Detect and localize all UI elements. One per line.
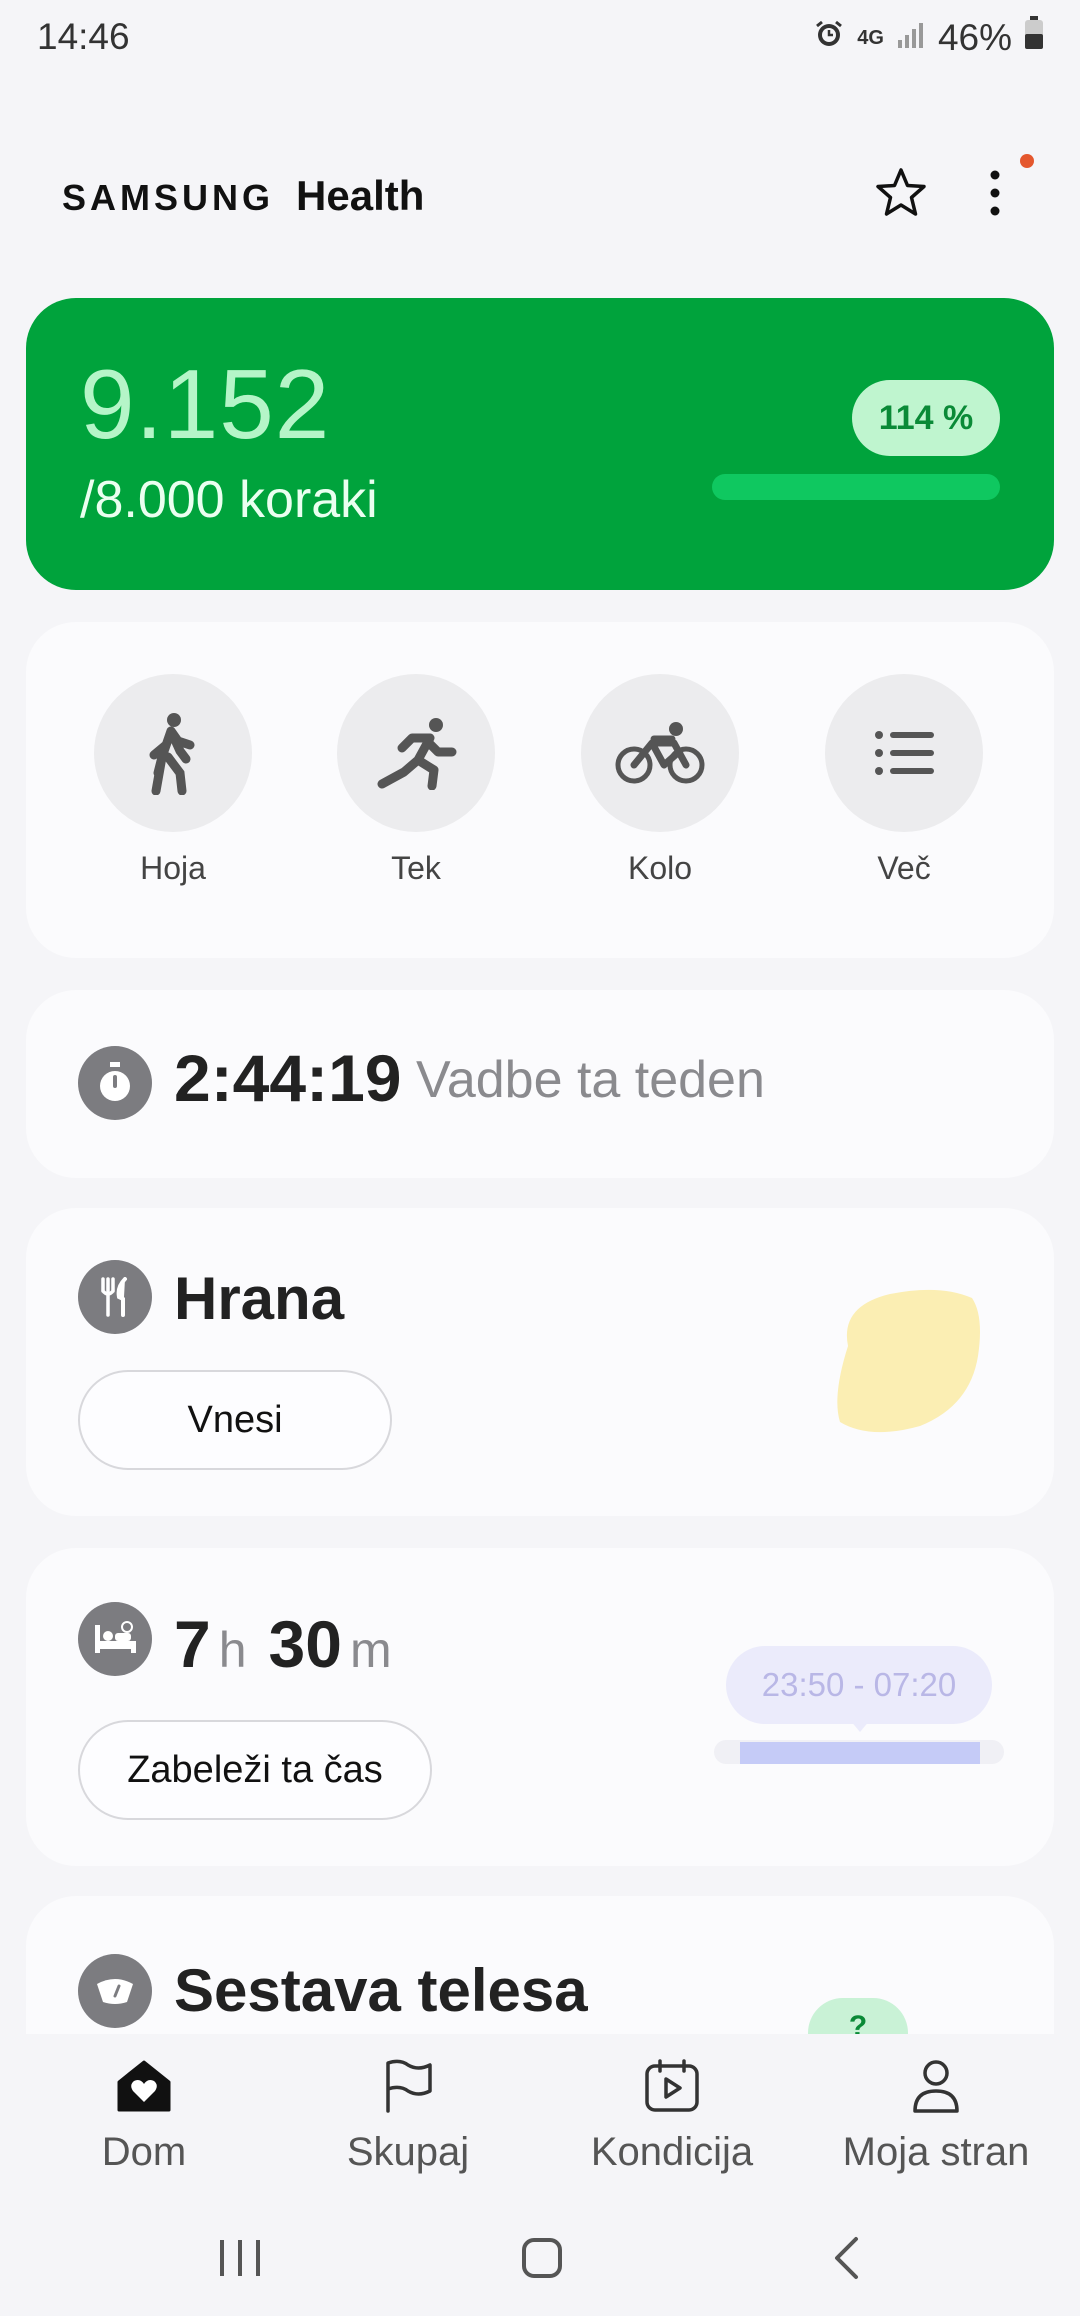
sleep-hours-unit: h (218, 1622, 247, 1678)
home-button[interactable] (502, 2230, 582, 2290)
activity-label: Kolo (627, 850, 693, 886)
body-composition-card[interactable]: Sestava telesa ? (26, 1896, 1054, 2036)
system-navigation (0, 2200, 1080, 2316)
nav-label: Kondicija (590, 2130, 754, 2174)
activity-run[interactable]: Tek (336, 674, 496, 887)
scale-icon (78, 1954, 152, 2028)
exercise-time: 2:44:19 (174, 1041, 402, 1115)
flag-icon (278, 2056, 538, 2116)
nav-label: Dom (101, 2130, 187, 2174)
sleep-minutes: 30 (268, 1607, 342, 1681)
status-indicators: 4G 46% (813, 16, 1044, 59)
app-header: SAMSUNG Health (0, 140, 1080, 250)
back-button[interactable] (806, 2230, 886, 2290)
nav-home[interactable]: Dom (14, 2056, 274, 2175)
samsung-health-logo: SAMSUNG Health (62, 172, 424, 220)
activity-walk[interactable]: Hoja (93, 674, 253, 887)
activity-more[interactable]: Več (824, 674, 984, 887)
status-bar: 14:46 4G 46% (0, 0, 1080, 80)
activity-label: Hoja (140, 850, 206, 886)
steps-card[interactable]: 9.152 /8.000 koraki 114 % (26, 298, 1054, 590)
exercise-label: Vadbe ta teden (416, 1051, 765, 1109)
bike-icon (581, 674, 739, 832)
nav-label: Skupaj (346, 2130, 470, 2174)
walk-icon (94, 674, 252, 832)
sleep-hours: 7 (174, 1607, 211, 1681)
nav-fitness[interactable]: Kondicija (542, 2056, 802, 2175)
activities-card: Hoja Tek Kolo Več (26, 622, 1054, 958)
steps-progress-bar (712, 474, 1000, 500)
stopwatch-icon (78, 1046, 152, 1120)
log-food-button[interactable]: Vnesi (78, 1370, 392, 1470)
notification-dot (1020, 154, 1034, 168)
sleep-card[interactable]: 7 h 30 m Zabeleži ta čas 23:50 - 07:20 (26, 1548, 1054, 1866)
signal-icon (896, 17, 926, 59)
steps-count: 9.152 (80, 349, 331, 459)
fork-knife-icon (78, 1260, 152, 1334)
alarm-icon (813, 17, 845, 59)
sleep-timeline-bar (740, 1742, 980, 1764)
star-icon (874, 166, 928, 225)
status-time: 14:46 (37, 16, 130, 57)
more-options-button[interactable] (960, 160, 1030, 230)
list-icon (825, 674, 983, 832)
sleep-minutes-unit: m (349, 1622, 392, 1678)
bed-icon (78, 1602, 152, 1676)
nav-together[interactable]: Skupaj (278, 2056, 538, 2175)
network-type: 4G (857, 26, 884, 49)
battery-icon (1024, 16, 1044, 59)
recent-apps-button[interactable] (200, 2230, 280, 2290)
run-icon (337, 674, 495, 832)
sleep-time-range: 23:50 - 07:20 (726, 1646, 992, 1724)
log-sleep-button[interactable]: Zabeleži ta čas (78, 1720, 432, 1820)
steps-percent-badge: 114 % (852, 380, 1000, 456)
lemon-illustration (830, 1286, 984, 1434)
back-icon (832, 2236, 860, 2285)
activity-bike[interactable]: Kolo (580, 674, 740, 887)
steps-goal: /8.000 koraki (80, 471, 378, 529)
logo-brand: SAMSUNG (62, 177, 275, 218)
activity-label: Tek (391, 850, 441, 886)
person-icon (806, 2056, 1066, 2116)
nav-label: Moja stran (842, 2130, 1030, 2174)
recent-apps-icon (218, 2238, 262, 2283)
logo-app: Health (296, 172, 425, 219)
more-vertical-icon (988, 168, 1002, 223)
food-card[interactable]: Hrana Vnesi (26, 1208, 1054, 1516)
sleep-range-pointer (850, 1720, 870, 1732)
exercise-card[interactable]: 2:44:19 Vadbe ta teden (26, 990, 1054, 1178)
bottom-navigation: Dom Skupaj Kondicija Moja stran (0, 2034, 1080, 2194)
sleep-duration: 7 h 30 m (174, 1606, 406, 1682)
nav-my-page[interactable]: Moja stran (806, 2056, 1066, 2175)
home-square-icon (521, 2237, 563, 2284)
body-composition-title: Sestava telesa (174, 1957, 588, 2024)
food-title: Hrana (174, 1265, 345, 1332)
calendar-play-icon (542, 2056, 802, 2116)
battery-percent: 46% (937, 16, 1012, 58)
favorites-button[interactable] (866, 160, 936, 230)
body-composition-badge: ? (808, 1998, 908, 2036)
activity-label: Več (877, 850, 931, 886)
home-heart-icon (14, 2056, 274, 2116)
